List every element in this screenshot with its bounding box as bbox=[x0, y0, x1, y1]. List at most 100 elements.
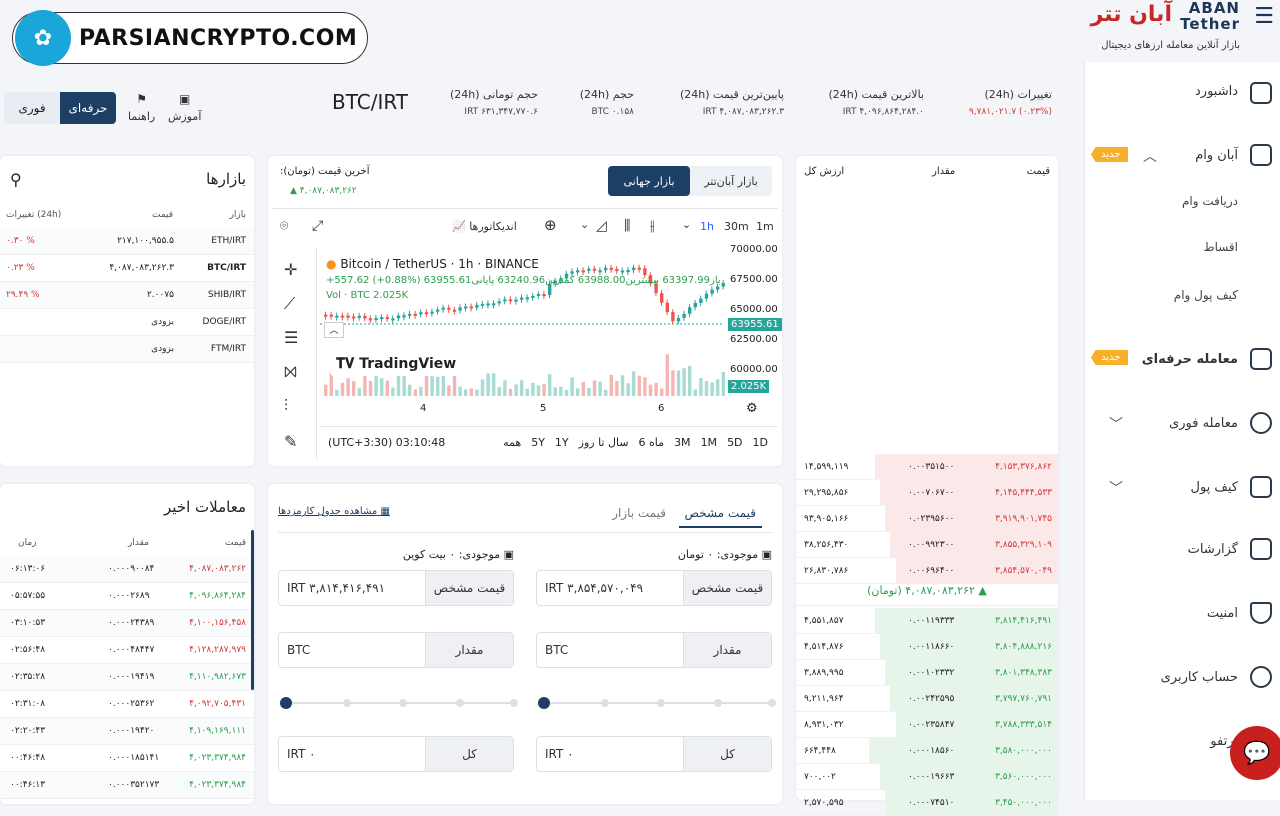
camera-icon[interactable]: ⌾ bbox=[280, 218, 288, 234]
range-button[interactable]: سال تا روز bbox=[579, 436, 629, 449]
bar-type-icon[interactable]: ⫲ bbox=[650, 218, 655, 234]
trade-price: ۴,۱۱۰,۹۸۲,۶۷۳ bbox=[189, 672, 246, 682]
tab-global-market[interactable]: بازار جهانی bbox=[608, 166, 690, 196]
sell-price-field[interactable]: قیمت مشخص IRT ۳,۸۱۴,۴۱۶,۴۹۱ bbox=[278, 570, 514, 606]
guide-icon: ⚑ bbox=[136, 92, 147, 106]
range-selector: همه 5Y 1Y سال تا روز 6 ماه 3M 1M 5D 1D bbox=[503, 436, 768, 449]
market-row[interactable]: SHIB/IRT ۲.۰۰۷۵ ۲۹.۴۹ % bbox=[0, 282, 254, 309]
page-title: BTC/IRT bbox=[332, 90, 409, 114]
market-row[interactable]: FTM/IRT بزودی bbox=[0, 336, 254, 363]
markets-header-market: بازار bbox=[229, 210, 246, 220]
chevron-down-icon[interactable]: ﹀ bbox=[1109, 414, 1123, 434]
add-symbol-icon[interactable]: ⊕ bbox=[544, 216, 557, 234]
slider-knob[interactable] bbox=[538, 697, 550, 709]
sidebar-sub-installments[interactable]: اقساط bbox=[1203, 240, 1238, 254]
range-button[interactable]: 1Y bbox=[555, 436, 569, 449]
slider-step[interactable] bbox=[399, 699, 407, 707]
buy-amount-field[interactable]: مقدار BTC bbox=[536, 632, 772, 668]
bid-row[interactable]: ۳,۷۸۸,۳۳۳,۵۱۴ ۰.۰۰۲۳۵۸۴۷ ۸,۹۳۱,۰۳۲ bbox=[796, 712, 1058, 738]
range-button[interactable]: 3M bbox=[674, 436, 691, 449]
trade-row: ۴,۱۲۸,۲۸۷,۹۷۹ ۰.۰۰۰۴۸۴۴۷ ۰۲:۵۶:۴۸ bbox=[0, 637, 254, 664]
buy-price-field[interactable]: قیمت مشخص IRT ۳,۸۵۴,۵۷۰,۰۴۹ bbox=[536, 570, 772, 606]
market-row[interactable]: DOGE/IRT بزودی bbox=[0, 309, 254, 336]
sell-amount-field[interactable]: مقدار BTC bbox=[278, 632, 514, 668]
sell-total-field[interactable]: کل IRT ۰ bbox=[278, 736, 514, 772]
tab-aban-market[interactable]: بازار آبان‌تتر bbox=[690, 166, 772, 196]
settings-icon[interactable]: ⚙ bbox=[746, 401, 758, 416]
slider-step[interactable] bbox=[600, 699, 609, 707]
fee-table-link[interactable]: مشاهده جدول کارمزدها ▦ bbox=[278, 506, 390, 517]
fullscreen-icon[interactable]: ⤢ bbox=[312, 218, 323, 234]
range-button[interactable]: همه bbox=[503, 436, 521, 449]
brush-icon[interactable]: ✎ bbox=[284, 432, 297, 451]
ask-row[interactable]: ۴,۱۵۳,۳۷۶,۸۶۲ ۰.۰۰۳۵۱۵۰۰ ۱۴,۵۹۹,۱۱۹ bbox=[796, 454, 1058, 480]
buy-total-field[interactable]: کل IRT ۰ bbox=[536, 736, 772, 772]
slider-step[interactable] bbox=[342, 699, 351, 707]
tutorial-link[interactable]: ▣ آموزش bbox=[168, 92, 201, 123]
volume-bar bbox=[452, 373, 457, 396]
range-button[interactable]: 5D bbox=[727, 436, 742, 449]
bid-row[interactable]: ۳,۸۱۴,۴۱۶,۴۹۱ ۰.۰۰۱۱۹۳۳۳ ۴,۵۵۱,۸۵۷ bbox=[796, 608, 1058, 634]
chevron-up-icon[interactable]: ︿ bbox=[1143, 146, 1157, 166]
range-button[interactable]: 6 ماه bbox=[639, 436, 665, 449]
volume-bar bbox=[581, 381, 585, 396]
search-icon[interactable]: ⚲ bbox=[10, 170, 22, 189]
ask-row[interactable]: ۴,۱۴۵,۴۴۴,۵۳۳ ۰.۰۰۷۰۶۷۰۰ ۲۹,۲۹۵,۸۵۶ bbox=[796, 480, 1058, 506]
market-row[interactable]: ETH/IRT ۲۱۷,۱۰۰,۹۵۵.۵ ۰.۳۰ % bbox=[0, 228, 254, 255]
slider-step[interactable] bbox=[713, 699, 722, 707]
book-amount: ۰.۰۰۱۱۹۳۳۳ bbox=[908, 615, 955, 626]
interval-dropdown-icon[interactable]: ⌄ bbox=[682, 218, 691, 231]
compare-dropdown-icon[interactable]: ⌄ bbox=[580, 218, 589, 231]
range-button[interactable]: 1D bbox=[753, 436, 768, 449]
buy-percent-slider[interactable] bbox=[538, 697, 776, 709]
support-chat-button[interactable]: 💬 bbox=[1230, 726, 1280, 780]
bid-row[interactable]: ۳,۷۹۷,۷۶۰,۷۹۱ ۰.۰۰۲۴۲۵۹۵ ۹,۲۱۱,۹۶۴ bbox=[796, 686, 1058, 712]
range-button[interactable]: 5Y bbox=[531, 436, 545, 449]
interval-30m[interactable]: 30m bbox=[724, 220, 749, 233]
tab-limit-price[interactable]: قیمت مشخص bbox=[678, 506, 762, 528]
bid-row[interactable]: ۳,۵۶۰,۰۰۰,۰۰۰ ۰.۰۰۰۱۹۶۶۳ ۷۰۰,۰۰۲ bbox=[796, 764, 1058, 790]
bid-row[interactable]: ۳,۴۵۰,۰۰۰,۰۰۰ ۰.۰۰۰۷۴۵۱۰ ۲,۵۷۰,۵۹۵ bbox=[796, 790, 1058, 816]
chevron-down-icon[interactable]: ﹀ bbox=[1109, 478, 1123, 498]
slider-step[interactable] bbox=[657, 699, 665, 707]
bid-row[interactable]: ۳,۵۸۰,۰۰۰,۰۰۰ ۰.۰۰۰۱۸۵۶۰ ۶۶۴,۴۴۸ bbox=[796, 738, 1058, 764]
sidebar-sub-loan-wallet[interactable]: کیف پول وام bbox=[1174, 288, 1238, 302]
area-chart-icon[interactable]: ◿ bbox=[596, 218, 607, 234]
watermark-banner: ✿ PARSIANCRYPTO.COM bbox=[12, 10, 368, 66]
trendline-icon[interactable]: ⟋ bbox=[284, 294, 295, 314]
tab-market-price[interactable]: قیمت بازار bbox=[612, 506, 666, 520]
scrollbar[interactable] bbox=[251, 530, 254, 690]
market-row[interactable]: BTC/IRT ۴,۰۸۷,۰۸۳,۲۶۲.۳ ۰.۲۳ % bbox=[0, 255, 254, 282]
sell-percent-slider[interactable] bbox=[280, 697, 518, 709]
slider-step[interactable] bbox=[455, 699, 464, 707]
guide-link[interactable]: ⚑ راهنما bbox=[128, 92, 155, 123]
brand-logo[interactable]: آبان تتر ABAN Tether بازار آنلاین معامله… bbox=[1091, 0, 1240, 51]
slider-knob[interactable] bbox=[280, 697, 292, 709]
ask-row[interactable]: ۳,۸۵۵,۳۲۹,۱۰۹ ۰.۰۰۹۹۲۳۰۰ ۳۸,۲۵۶,۴۳۰ bbox=[796, 532, 1058, 558]
fee-table-icon: ▦ bbox=[380, 506, 390, 517]
fib-icon[interactable]: ☰ bbox=[284, 328, 298, 347]
candle bbox=[352, 316, 356, 319]
candles-icon[interactable]: ⫼ bbox=[624, 218, 630, 234]
mode-instant-button[interactable]: فوری bbox=[4, 92, 60, 124]
range-button[interactable]: 1M bbox=[701, 436, 718, 449]
bid-row[interactable]: ۳,۸۰۱,۳۴۸,۳۸۳ ۰.۰۰۱۰۲۳۳۲ ۳,۸۸۹,۹۹۵ bbox=[796, 660, 1058, 686]
pattern-icon[interactable]: ⨝ bbox=[284, 362, 297, 382]
market-symbol: BTC/IRT bbox=[207, 263, 246, 273]
brand-name-fa: آبان تتر bbox=[1090, 2, 1172, 27]
ask-row[interactable]: ۳,۹۱۹,۹۰۱,۷۴۵ ۰.۰۲۳۹۵۶۰۰ ۹۳,۹۰۵,۱۶۶ bbox=[796, 506, 1058, 532]
crosshair-icon[interactable]: ✛ bbox=[284, 260, 297, 279]
interval-1h[interactable]: 1h bbox=[700, 220, 714, 233]
collapse-legend-icon[interactable]: ︿ bbox=[324, 322, 344, 338]
slider-step[interactable] bbox=[767, 699, 776, 707]
sidebar-sub-receive-loan[interactable]: دریافت وام bbox=[1182, 194, 1238, 208]
slider-step[interactable] bbox=[509, 699, 518, 707]
prediction-icon[interactable]: ⫶ bbox=[284, 396, 288, 416]
ask-row[interactable]: ۳,۸۵۴,۵۷۰,۰۴۹ ۰.۰۰۶۹۶۴۰۰ ۲۶,۸۳۰,۷۸۶ bbox=[796, 558, 1058, 584]
candle bbox=[419, 312, 423, 315]
interval-1m[interactable]: 1m bbox=[756, 220, 774, 233]
indicators-button[interactable]: 📈 اندیکاتورها bbox=[452, 220, 517, 233]
hamburger-menu-icon[interactable]: ☰ bbox=[1254, 4, 1274, 29]
mode-pro-button[interactable]: حرفه‌ای bbox=[60, 92, 116, 124]
bid-row[interactable]: ۳,۸۰۴,۸۸۸,۲۱۶ ۰.۰۰۱۱۸۶۶۰ ۴,۵۱۴,۸۷۶ bbox=[796, 634, 1058, 660]
